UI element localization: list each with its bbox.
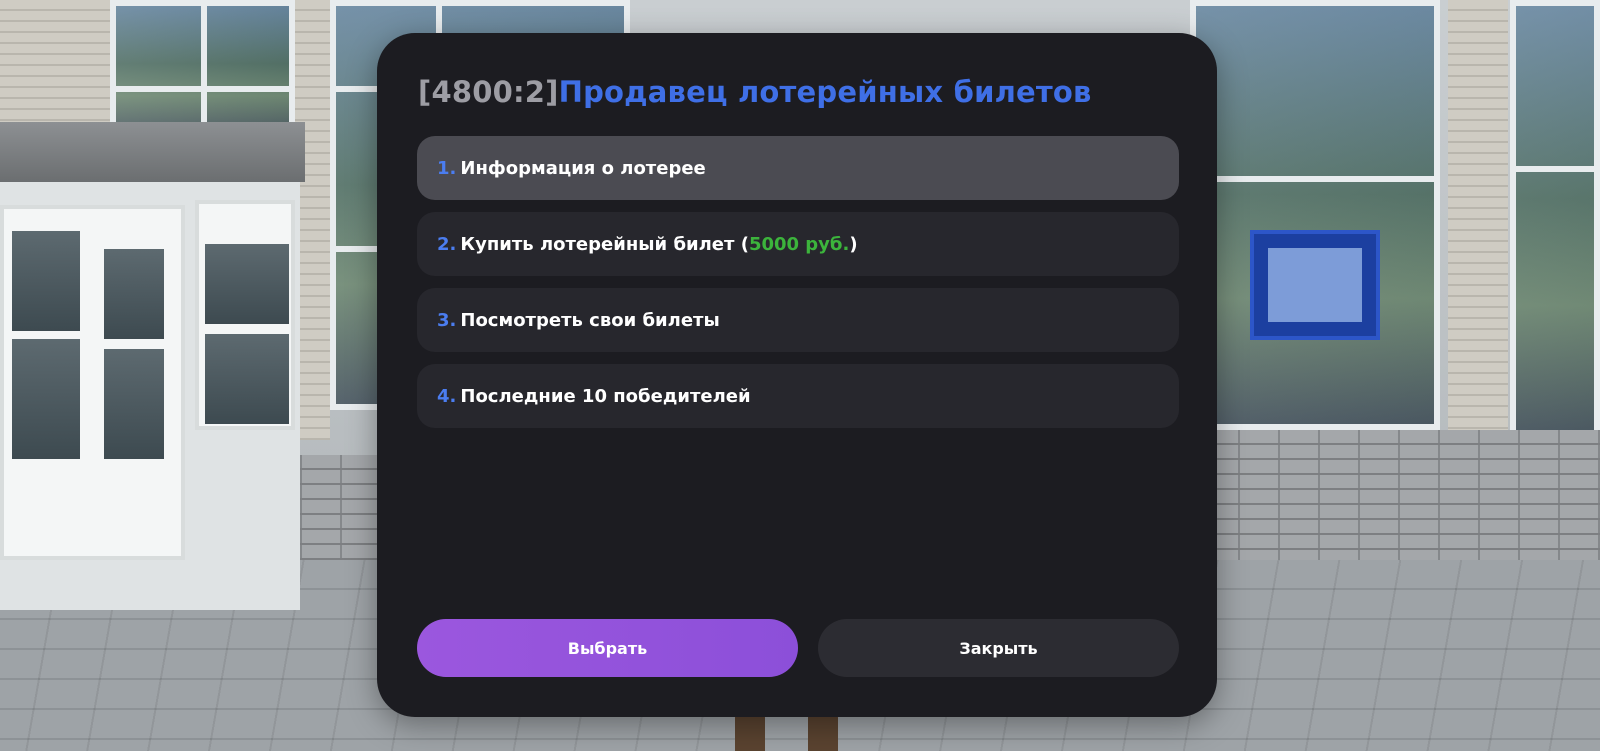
porch-roof <box>0 122 305 182</box>
option-number: 4. <box>437 385 457 407</box>
option-number: 3. <box>437 309 457 331</box>
entrance-door <box>0 205 185 560</box>
npc-dialog: [4800:2]Продавец лотерейных билетов 1. И… <box>377 33 1217 717</box>
option-label-suffix: ) <box>849 233 858 255</box>
dialog-options-list: 1. Информация о лотерее 2. Купить лотере… <box>417 136 1179 440</box>
option-buy-ticket[interactable]: 2. Купить лотерейный билет (5000 руб.) <box>417 212 1179 276</box>
option-my-tickets[interactable]: 3. Посмотреть свои билеты <box>417 288 1179 352</box>
option-last-winners[interactable]: 4. Последние 10 победителей <box>417 364 1179 428</box>
option-number: 1. <box>437 157 457 179</box>
close-button[interactable]: Закрыть <box>818 619 1179 677</box>
porch-window <box>195 200 295 430</box>
wall-siding <box>1448 0 1508 440</box>
npc-name: Продавец лотерейных билетов <box>558 75 1092 109</box>
dialog-title: [4800:2]Продавец лотерейных билетов <box>418 75 1092 109</box>
option-label: Посмотреть свои билеты <box>460 309 720 331</box>
player-character-feet <box>808 712 838 751</box>
building-window <box>1190 0 1440 430</box>
option-label: Купить лотерейный билет ( <box>460 233 749 255</box>
option-number: 2. <box>437 233 457 255</box>
option-lottery-info[interactable]: 1. Информация о лотерее <box>417 136 1179 200</box>
player-character-feet <box>735 712 765 751</box>
option-label: Информация о лотерее <box>460 157 706 179</box>
npc-id: [4800:2] <box>418 75 559 109</box>
select-button[interactable]: Выбрать <box>417 619 798 677</box>
option-label: Последние 10 победителей <box>460 385 751 407</box>
shop-sign <box>1250 230 1380 340</box>
ticket-price: 5000 руб. <box>748 233 850 255</box>
building-window <box>110 0 295 140</box>
building-window <box>1510 0 1600 440</box>
